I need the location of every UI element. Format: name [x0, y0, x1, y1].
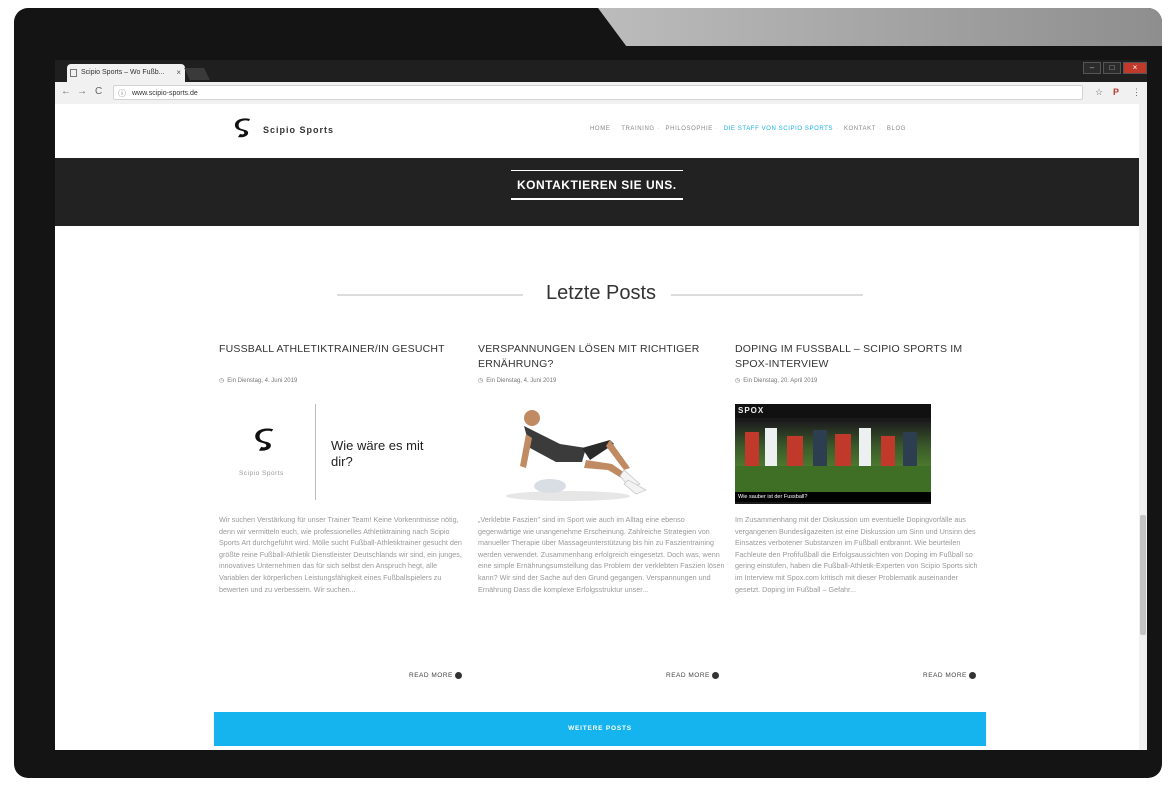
- contact-banner: KONTAKTIEREN SIE UNS.: [55, 158, 1147, 226]
- calendar-icon: ◷: [478, 378, 484, 384]
- calendar-icon: ◷: [735, 378, 741, 384]
- nav-item-blog[interactable]: BLOG: [887, 126, 906, 132]
- spox-image[interactable]: SPOX Wie sauber ist der Fussball?: [735, 404, 931, 504]
- post-date: ◷ Ein Dienstag, 4. Juni 2019: [478, 377, 728, 384]
- image-divider: [315, 404, 316, 500]
- title-rule-right: [671, 294, 863, 296]
- players-graphic: [735, 428, 931, 492]
- forward-button[interactable]: →: [77, 86, 87, 97]
- post-title[interactable]: DOPING IM FUSSBALL – SCIPIO SPORTS IM SP…: [735, 342, 985, 374]
- image-slogan: Wie wäre es mit dir?: [331, 438, 424, 469]
- spox-caption: Wie sauber ist der Fussball?: [735, 492, 931, 502]
- address-bar: ← → C ⓘ www.scipio-sports.de ☆ P ⋮: [55, 82, 1147, 105]
- read-more-link[interactable]: READ MORE: [923, 672, 976, 679]
- post-title[interactable]: VERSPANNUNGEN LÖSEN MIT RICHTIGER ERNÄHR…: [478, 342, 728, 374]
- nav-item-staff[interactable]: DIE STAFF VON SCIPIO SPORTS: [724, 126, 833, 132]
- info-icon[interactable]: ⓘ: [118, 86, 126, 101]
- image-brand: Scipio Sports: [239, 470, 284, 477]
- post-excerpt: Wir suchen Verstärkung für unser Trainer…: [219, 515, 462, 594]
- new-tab-button[interactable]: [184, 68, 210, 80]
- scipio-logo-icon[interactable]: [233, 118, 255, 140]
- scrollbar[interactable]: [1139, 104, 1147, 750]
- post-excerpt: Im Zusammenhang mit der Diskussion um ev…: [735, 515, 978, 594]
- spox-header: SPOX: [735, 404, 931, 418]
- nav-separator: ·: [836, 126, 839, 132]
- football-photo: [735, 422, 931, 492]
- pdf-extension-icon[interactable]: P: [1113, 87, 1119, 97]
- section-title: Letzte Posts: [545, 282, 657, 304]
- maximize-button[interactable]: □: [1103, 62, 1121, 74]
- window-controls: – □ ×: [1083, 62, 1147, 74]
- page-icon: [70, 69, 77, 77]
- post-date-text: Ein Dienstag, 4. Juni 2019: [227, 378, 298, 384]
- close-tab-icon[interactable]: ×: [176, 64, 181, 82]
- spox-logo: SPOX: [738, 406, 765, 415]
- read-more-label: READ MORE: [409, 672, 453, 680]
- scipio-logo-icon: [255, 428, 274, 451]
- read-more-link[interactable]: READ MORE: [409, 672, 462, 679]
- menu-icon[interactable]: ⋮: [1132, 87, 1141, 98]
- arrow-circle-icon: [454, 672, 462, 679]
- read-more-link[interactable]: READ MORE: [666, 672, 719, 679]
- nav-item-kontakt[interactable]: KONTAKT: [844, 126, 876, 132]
- nav-item-philosophie[interactable]: PHILOSOPHIE: [666, 126, 713, 132]
- reload-button[interactable]: C: [95, 86, 102, 97]
- bookmark-star-icon[interactable]: ☆: [1095, 87, 1103, 98]
- back-button[interactable]: ←: [61, 86, 71, 97]
- post-image[interactable]: Scipio Sports Wie wäre es mit dir?: [219, 404, 439, 504]
- arrow-circle-icon: [968, 672, 976, 679]
- read-more-label: READ MORE: [666, 672, 710, 680]
- post-date-text: Ein Dienstag, 20. April 2019: [743, 378, 818, 384]
- more-posts-button[interactable]: WEITERE POSTS: [214, 712, 986, 746]
- post-date: ◷ Ein Dienstag, 20. April 2019: [735, 377, 985, 384]
- nav-item-training[interactable]: TRAINING: [621, 126, 654, 132]
- athlete-image[interactable]: [490, 404, 650, 504]
- browser-tab[interactable]: Scipio Sports – Wo Fußb... ×: [67, 64, 185, 82]
- brand-name[interactable]: Scipio Sports: [263, 125, 334, 135]
- nav-separator: ·: [715, 126, 719, 132]
- post-title[interactable]: FUSSBALL ATHLETIKTRAINER/IN GESUCHT: [219, 342, 469, 374]
- nav-separator: ·: [879, 126, 882, 132]
- scrollbar-thumb[interactable]: [1140, 515, 1146, 635]
- site-header: Scipio Sports HOME · TRAINING · PHILOSOPHI…: [55, 104, 1147, 156]
- contact-cta-button[interactable]: KONTAKTIEREN SIE UNS.: [511, 170, 683, 200]
- main-navigation: HOME · TRAINING · PHILOSOPHIE · DIE STAFF V…: [590, 126, 909, 132]
- post-card: FUSSBALL ATHLETIKTRAINER/IN GESUCHT ◷ Ein…: [219, 342, 469, 679]
- browser-window: Scipio Sports – Wo Fußb... × – □ × ← → C…: [55, 60, 1147, 750]
- minimize-button[interactable]: –: [1083, 62, 1101, 74]
- url-input[interactable]: ⓘ www.scipio-sports.de: [113, 85, 1083, 100]
- calendar-icon: ◷: [219, 378, 225, 384]
- tab-title: Scipio Sports – Wo Fußb...: [81, 69, 165, 76]
- nav-separator: ·: [613, 126, 617, 132]
- monitor-gloss: [598, 8, 1162, 46]
- arrow-circle-icon: [711, 672, 719, 679]
- nav-separator: ·: [657, 126, 661, 132]
- post-date: ◷ Ein Dienstag, 4. Juni 2019: [219, 377, 469, 384]
- tab-bar: Scipio Sports – Wo Fußb... × – □ ×: [55, 60, 1147, 82]
- url-text: www.scipio-sports.de: [132, 90, 198, 97]
- post-excerpt: „Verklebte Faszien" sind im Sport wie au…: [478, 515, 725, 594]
- read-more-label: READ MORE: [923, 672, 967, 680]
- post-date-text: Ein Dienstag, 4. Juni 2019: [486, 378, 557, 384]
- post-card: DOPING IM FUSSBALL – SCIPIO SPORTS IM SP…: [735, 342, 985, 679]
- close-window-button[interactable]: ×: [1123, 62, 1147, 74]
- nav-item-home[interactable]: HOME: [590, 126, 610, 132]
- post-card: VERSPANNUNGEN LÖSEN MIT RICHTIGER ERNÄHR…: [478, 342, 728, 679]
